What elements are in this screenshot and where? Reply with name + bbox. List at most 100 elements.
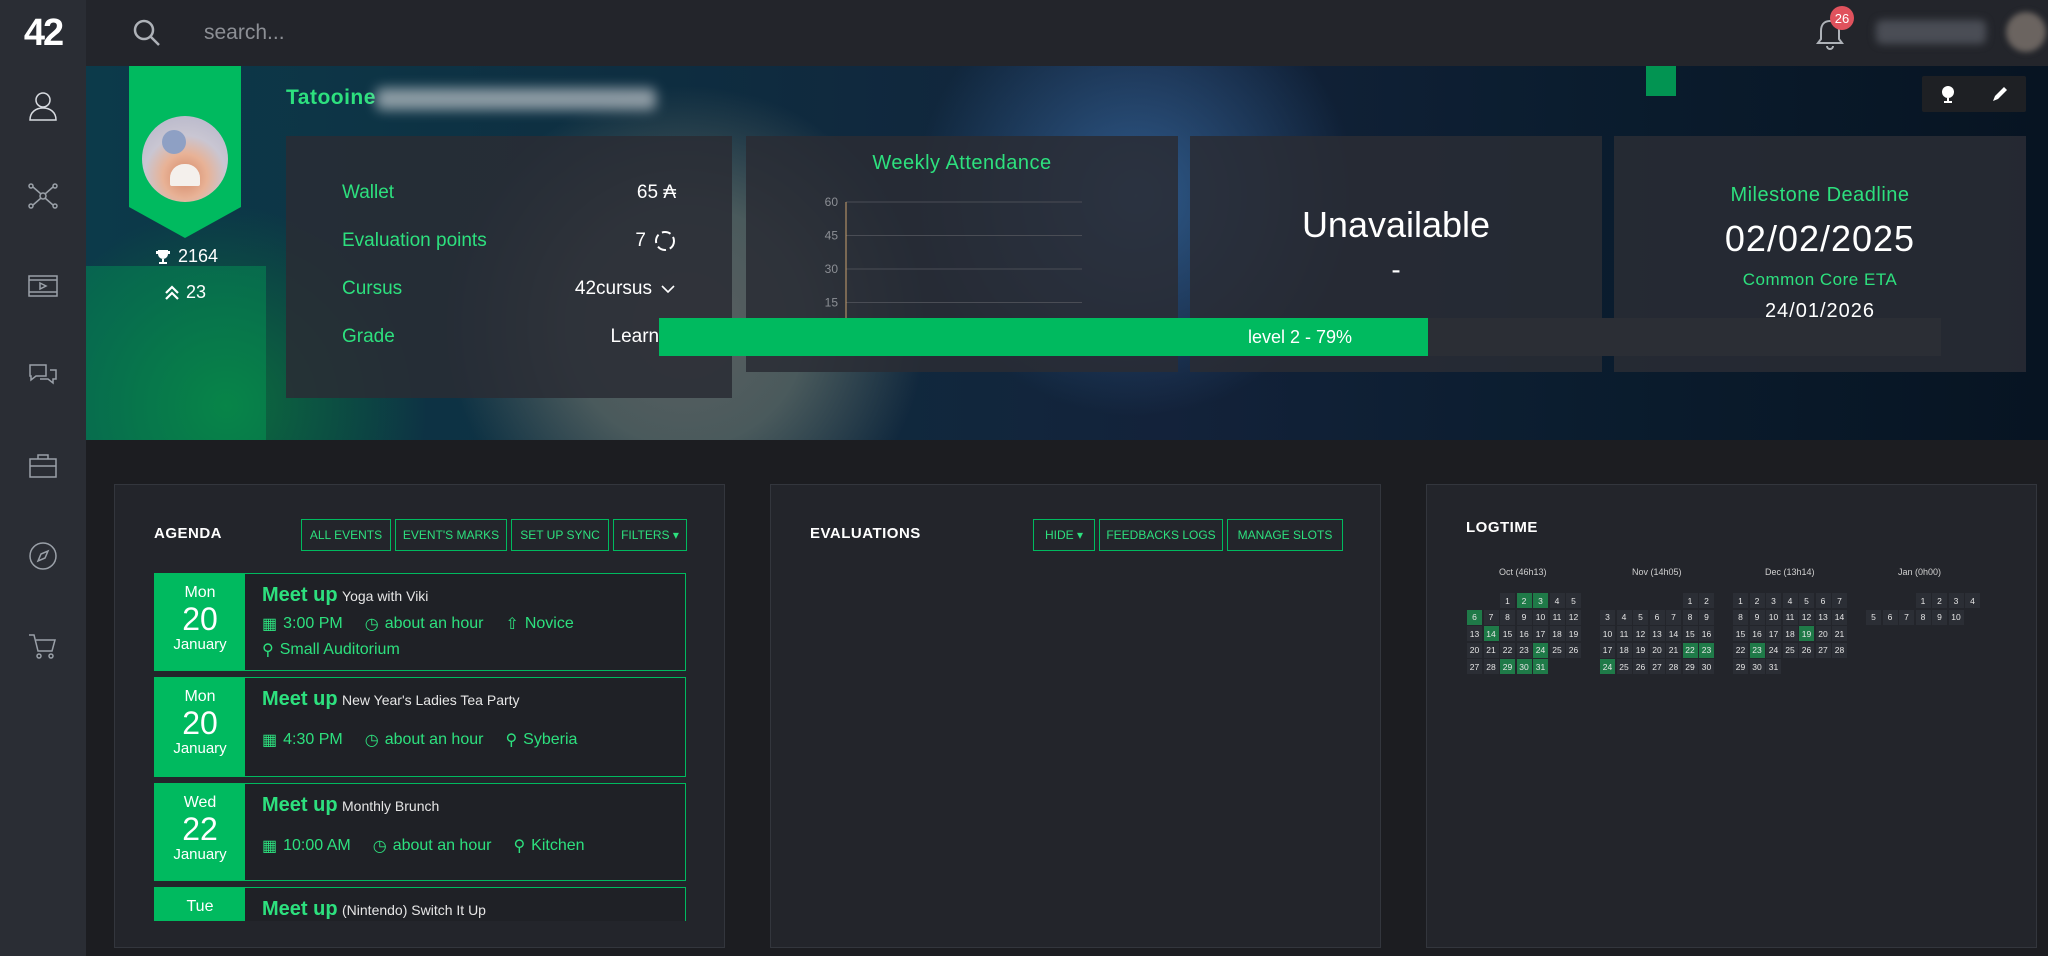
compass-icon[interactable] (23, 536, 63, 576)
logtime-day[interactable]: 11 (1782, 609, 1798, 625)
logtime-day[interactable]: 13 (1649, 626, 1665, 641)
logtime-day[interactable]: 8 (1733, 609, 1748, 625)
logtime-day[interactable]: 30 (1516, 659, 1532, 674)
logtime-day[interactable]: 15 (1682, 626, 1698, 641)
logtime-day[interactable]: 20 (1815, 626, 1831, 641)
search-icon[interactable] (132, 18, 162, 48)
logtime-day[interactable]: 1 (1500, 593, 1515, 608)
logtime-day[interactable]: 4 (1965, 593, 1980, 608)
logtime-day[interactable]: 17 (1600, 642, 1615, 658)
logtime-day[interactable]: 10 (1948, 609, 1964, 625)
logtime-day[interactable]: 27 (1815, 642, 1831, 658)
logtime-day[interactable]: 19 (1633, 642, 1648, 658)
logtime-day[interactable]: 19 (1799, 626, 1814, 641)
logtime-day[interactable]: 22 (1733, 642, 1748, 658)
logtime-day[interactable]: 7 (1483, 609, 1499, 625)
logtime-day[interactable]: 4 (1549, 593, 1565, 608)
profile-icon[interactable] (23, 86, 63, 126)
logtime-day[interactable]: 8 (1915, 609, 1931, 625)
logtime-day[interactable]: 7 (1899, 609, 1914, 625)
event-item[interactable]: Mon 20 January Meet up Yoga with Viki ▦ 3… (154, 573, 686, 671)
network-icon[interactable] (23, 176, 63, 216)
logtime-day[interactable]: 16 (1516, 626, 1532, 641)
logtime-day[interactable]: 15 (1733, 626, 1748, 641)
logtime-day[interactable]: 9 (1749, 609, 1765, 625)
logtime-day[interactable]: 3 (1948, 593, 1964, 608)
cursus-row[interactable]: Cursus 42cursus (342, 278, 676, 300)
logtime-day[interactable]: 5 (1633, 609, 1648, 625)
logtime-day[interactable]: 17 (1533, 626, 1548, 641)
feedbacks-logs-button[interactable]: FEEDBACKS LOGS (1099, 519, 1223, 551)
logtime-day[interactable]: 26 (1633, 659, 1648, 674)
logtime-day[interactable]: 21 (1832, 626, 1847, 641)
logtime-day[interactable]: 23 (1516, 642, 1532, 658)
logtime-day[interactable]: 1 (1733, 593, 1748, 608)
logtime-day[interactable]: 4 (1616, 609, 1632, 625)
logtime-day[interactable]: 23 (1699, 642, 1714, 658)
logtime-day[interactable]: 16 (1749, 626, 1765, 641)
logtime-day[interactable]: 18 (1782, 626, 1798, 641)
logtime-day[interactable]: 11 (1616, 626, 1632, 641)
logtime-day[interactable]: 6 (1815, 593, 1831, 608)
logtime-day[interactable]: 26 (1799, 642, 1814, 658)
logtime-day[interactable]: 27 (1467, 659, 1482, 674)
logtime-day[interactable]: 3 (1600, 609, 1615, 625)
logtime-day[interactable]: 15 (1500, 626, 1515, 641)
logtime-day[interactable]: 24 (1766, 642, 1781, 658)
logtime-day[interactable]: 9 (1699, 609, 1714, 625)
logtime-day[interactable]: 21 (1666, 642, 1681, 658)
logtime-day[interactable]: 1 (1682, 593, 1698, 608)
event-item[interactable]: Tue Meet up (Nintendo) Switch It Up (154, 887, 686, 921)
edit-icon[interactable] (1988, 82, 2012, 106)
logtime-day[interactable]: 2 (1699, 593, 1714, 608)
manage-slots-button[interactable]: MANAGE SLOTS (1227, 519, 1343, 551)
logtime-day[interactable]: 16 (1699, 626, 1714, 641)
globe-icon[interactable] (1936, 82, 1960, 106)
logtime-day[interactable]: 1 (1915, 593, 1931, 608)
logtime-day[interactable]: 30 (1699, 659, 1714, 674)
logtime-day[interactable]: 3 (1533, 593, 1548, 608)
logtime-day[interactable]: 14 (1666, 626, 1681, 641)
logtime-day[interactable]: 26 (1566, 642, 1581, 658)
logtime-day[interactable]: 12 (1633, 626, 1648, 641)
logtime-day[interactable]: 22 (1500, 642, 1515, 658)
user-avatar[interactable] (2006, 12, 2046, 52)
logtime-day[interactable]: 29 (1733, 659, 1748, 674)
logtime-day[interactable]: 2 (1749, 593, 1765, 608)
logtime-day[interactable]: 13 (1815, 609, 1831, 625)
app-logo[interactable]: 42 (0, 0, 86, 66)
logtime-day[interactable]: 18 (1616, 642, 1632, 658)
logtime-day[interactable]: 18 (1549, 626, 1565, 641)
logtime-day[interactable]: 17 (1766, 626, 1781, 641)
logtime-day[interactable]: 12 (1799, 609, 1814, 625)
logtime-day[interactable]: 7 (1666, 609, 1681, 625)
logtime-day[interactable]: 6 (1467, 609, 1482, 625)
logtime-day[interactable]: 2 (1516, 593, 1532, 608)
briefcase-icon[interactable] (23, 446, 63, 486)
logtime-day[interactable]: 20 (1649, 642, 1665, 658)
logtime-day[interactable]: 3 (1766, 593, 1781, 608)
logtime-day[interactable]: 5 (1866, 609, 1881, 625)
agenda-list[interactable]: Mon 20 January Meet up Yoga with Viki ▦ 3… (115, 573, 720, 921)
logtime-day[interactable]: 25 (1782, 642, 1798, 658)
logtime-day[interactable]: 23 (1749, 642, 1765, 658)
logtime-day[interactable]: 25 (1616, 659, 1632, 674)
event-item[interactable]: Mon 20 January Meet up New Year's Ladies… (154, 677, 686, 777)
logtime-day[interactable]: 28 (1483, 659, 1499, 674)
hide-button[interactable]: HIDE ▾ (1033, 519, 1095, 551)
cursus-select[interactable]: 42cursus (575, 278, 652, 300)
logtime-day[interactable]: 10 (1533, 609, 1548, 625)
logtime-day[interactable]: 5 (1566, 593, 1581, 608)
logtime-day[interactable]: 11 (1549, 609, 1565, 625)
logtime-day[interactable]: 28 (1666, 659, 1681, 674)
logtime-day[interactable]: 6 (1882, 609, 1898, 625)
logtime-day[interactable]: 27 (1649, 659, 1665, 674)
logtime-day[interactable]: 28 (1832, 642, 1847, 658)
logtime-day[interactable]: 22 (1682, 642, 1698, 658)
chevron-down-icon[interactable] (660, 283, 676, 295)
logtime-day[interactable]: 25 (1549, 642, 1565, 658)
logtime-day[interactable]: 13 (1467, 626, 1482, 641)
logtime-day[interactable]: 21 (1483, 642, 1499, 658)
logtime-day[interactable]: 24 (1533, 642, 1548, 658)
logtime-day[interactable]: 29 (1682, 659, 1698, 674)
